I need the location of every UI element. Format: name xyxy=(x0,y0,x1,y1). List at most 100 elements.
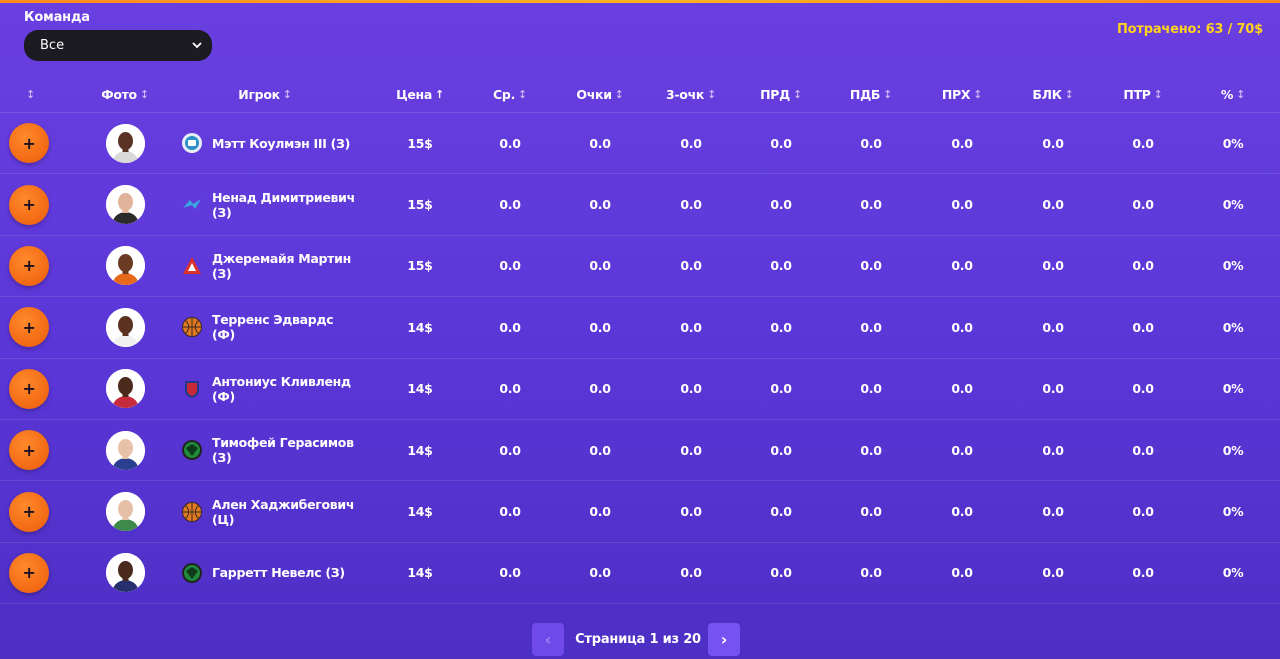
column-header-add[interactable]: ↕ xyxy=(8,76,50,112)
ball-logo-icon xyxy=(181,501,203,523)
sort-icon: ↕ xyxy=(792,87,802,101)
add-cell: + xyxy=(8,481,50,541)
add-player-button[interactable]: + xyxy=(9,307,49,348)
stat-cell-blk: 0.0 xyxy=(1042,197,1064,213)
stat-cell-points: 0.0 xyxy=(589,258,611,274)
column-header-three[interactable]: 3-очк ↕ xyxy=(646,76,736,112)
stat-cell-tov: 0.0 xyxy=(1132,381,1154,397)
column-header-photo[interactable]: Фото ↕ xyxy=(84,76,166,112)
add-player-button[interactable]: + xyxy=(9,430,49,471)
photo-cell xyxy=(84,236,166,296)
add-player-button[interactable]: + xyxy=(9,123,49,164)
photo-cell xyxy=(84,113,166,173)
column-header-price[interactable]: Цена ↑ xyxy=(378,76,462,112)
column-header-points[interactable]: Очки ↕ xyxy=(555,76,645,112)
stat-cell-blk: 0.0 xyxy=(1042,442,1064,458)
price-cell: 14$ xyxy=(407,504,433,520)
sort-icon: ↕ xyxy=(973,87,983,101)
column-header-stl[interactable]: ПРХ ↕ xyxy=(917,76,1007,112)
stat-cell-three: 0.0 xyxy=(680,381,702,397)
add-player-button[interactable]: + xyxy=(9,245,49,286)
stat-cell-three: 0.0 xyxy=(680,258,702,274)
player-cell: Ален Хаджибегович (Ц) xyxy=(170,481,360,541)
budget-spent: Потрачено: 63 / 70$ xyxy=(1116,22,1263,37)
column-header-label: Игрок xyxy=(238,86,280,102)
page-indicator: Страница 1 из 20 xyxy=(575,632,701,647)
unics-logo-icon xyxy=(181,562,203,584)
sort-icon: ↕ xyxy=(518,87,527,101)
column-header-label: БЛК xyxy=(1032,86,1062,102)
price-cell: 14$ xyxy=(407,565,433,581)
pagination: ‹ Страница 1 из 20 › xyxy=(0,623,1280,657)
cska-logo-icon xyxy=(181,378,203,400)
column-header-label: Цена xyxy=(396,86,433,102)
stat-cell-blk: 0.0 xyxy=(1042,319,1064,335)
stat-cell-three: 0.0 xyxy=(680,319,702,335)
sort-icon: ↕ xyxy=(26,87,35,101)
chevron-down-icon xyxy=(192,39,202,52)
player-name[interactable]: Терренс Эдвардс (Ф) xyxy=(212,312,360,342)
stat-cell-three: 0.0 xyxy=(680,442,702,458)
stat-cell-reb: 0.0 xyxy=(860,135,882,151)
player-avatar xyxy=(105,185,145,225)
player-name[interactable]: Тимофей Герасимов (З) xyxy=(212,435,360,465)
sort-icon: ↕ xyxy=(139,87,149,101)
team-filter: Команда Все xyxy=(24,10,212,61)
stat-cell-three: 0.0 xyxy=(680,504,702,520)
prev-page-button[interactable]: ‹ xyxy=(532,623,564,656)
column-header-tov[interactable]: ПТР ↕ xyxy=(1098,76,1188,112)
sort-icon: ↕ xyxy=(1153,87,1163,101)
stat-cell-reb: 0.0 xyxy=(860,381,882,397)
stat-cell-points: 0.0 xyxy=(589,381,611,397)
team-filter-label: Команда xyxy=(24,10,90,25)
stat-cell-points: 0.0 xyxy=(589,442,611,458)
sort-icon: ↕ xyxy=(883,87,893,101)
player-cell: Гарретт Невелс (З) xyxy=(170,543,360,603)
stat-cell-pct: 0% xyxy=(1222,197,1244,213)
stat-cell-pct: 0% xyxy=(1222,565,1244,581)
top-accent-line xyxy=(0,0,1280,3)
player-avatar xyxy=(105,246,145,286)
player-name[interactable]: Антониус Кливленд (Ф) xyxy=(212,374,360,404)
column-header-player[interactable]: Игрок ↕ xyxy=(170,76,360,112)
column-header-label: 3-очк xyxy=(666,86,705,102)
stat-cell-ast: 0.0 xyxy=(770,504,792,520)
add-player-button[interactable]: + xyxy=(9,552,49,593)
column-header-pct[interactable]: % ↕ xyxy=(1188,76,1278,112)
player-name[interactable]: Джеремайя Мартин (З) xyxy=(212,251,360,281)
team-select[interactable]: Все xyxy=(24,30,212,61)
add-player-button[interactable]: + xyxy=(9,491,49,532)
column-header-reb[interactable]: ПДБ ↕ xyxy=(826,76,916,112)
parma-logo-icon xyxy=(181,132,203,154)
stat-cell-tov: 0.0 xyxy=(1132,258,1154,274)
stat-cell-blk: 0.0 xyxy=(1042,135,1064,151)
player-name[interactable]: Ненад Димитриевич (З) xyxy=(212,190,360,220)
table-row: + Ненад Димитриевич (З) 15$ 0.0 0.0 0.0 0.0 0.0… xyxy=(0,174,1280,236)
add-cell: + xyxy=(8,543,50,603)
column-header-avg[interactable]: Ср. ↕ xyxy=(465,76,555,112)
stat-cell-tov: 0.0 xyxy=(1132,319,1154,335)
table-row: + Мэтт Коулмэн III (З) 15$ 0.0 0.0 0.0 0.0 0.0 0… xyxy=(0,113,1280,175)
stat-cell-stl: 0.0 xyxy=(951,197,973,213)
column-header-blk[interactable]: БЛК ↕ xyxy=(1008,76,1098,112)
stat-cell-three: 0.0 xyxy=(680,197,702,213)
stat-cell-avg: 0.0 xyxy=(499,258,521,274)
stat-cell-points: 0.0 xyxy=(589,197,611,213)
column-header-ast[interactable]: ПРД ↕ xyxy=(736,76,826,112)
lokomotiv-logo-icon xyxy=(181,255,203,277)
player-cell: Ненад Димитриевич (З) xyxy=(170,174,360,234)
unics-logo-icon xyxy=(181,439,203,461)
player-name[interactable]: Ален Хаджибегович (Ц) xyxy=(212,497,360,527)
player-name[interactable]: Мэтт Коулмэн III (З) xyxy=(212,136,350,151)
add-player-button[interactable]: + xyxy=(9,184,49,225)
table-row: + Терренс Эдвардс (Ф) 14$ 0.0 0.0 0.0 0.0 0.0 0.… xyxy=(0,297,1280,359)
add-player-button[interactable]: + xyxy=(9,368,49,409)
next-page-button[interactable]: › xyxy=(708,623,740,656)
photo-cell xyxy=(84,297,166,357)
table-row: + Гарретт Невелс (З) 14$ 0.0 0.0 0.0 0.0 0.0 0.0… xyxy=(0,543,1280,605)
stat-cell-tov: 0.0 xyxy=(1132,565,1154,581)
column-header-label: ПТР xyxy=(1123,86,1151,102)
team-select-value: Все xyxy=(40,38,65,53)
player-name[interactable]: Гарретт Невелс (З) xyxy=(212,565,345,580)
stat-cell-three: 0.0 xyxy=(680,135,702,151)
